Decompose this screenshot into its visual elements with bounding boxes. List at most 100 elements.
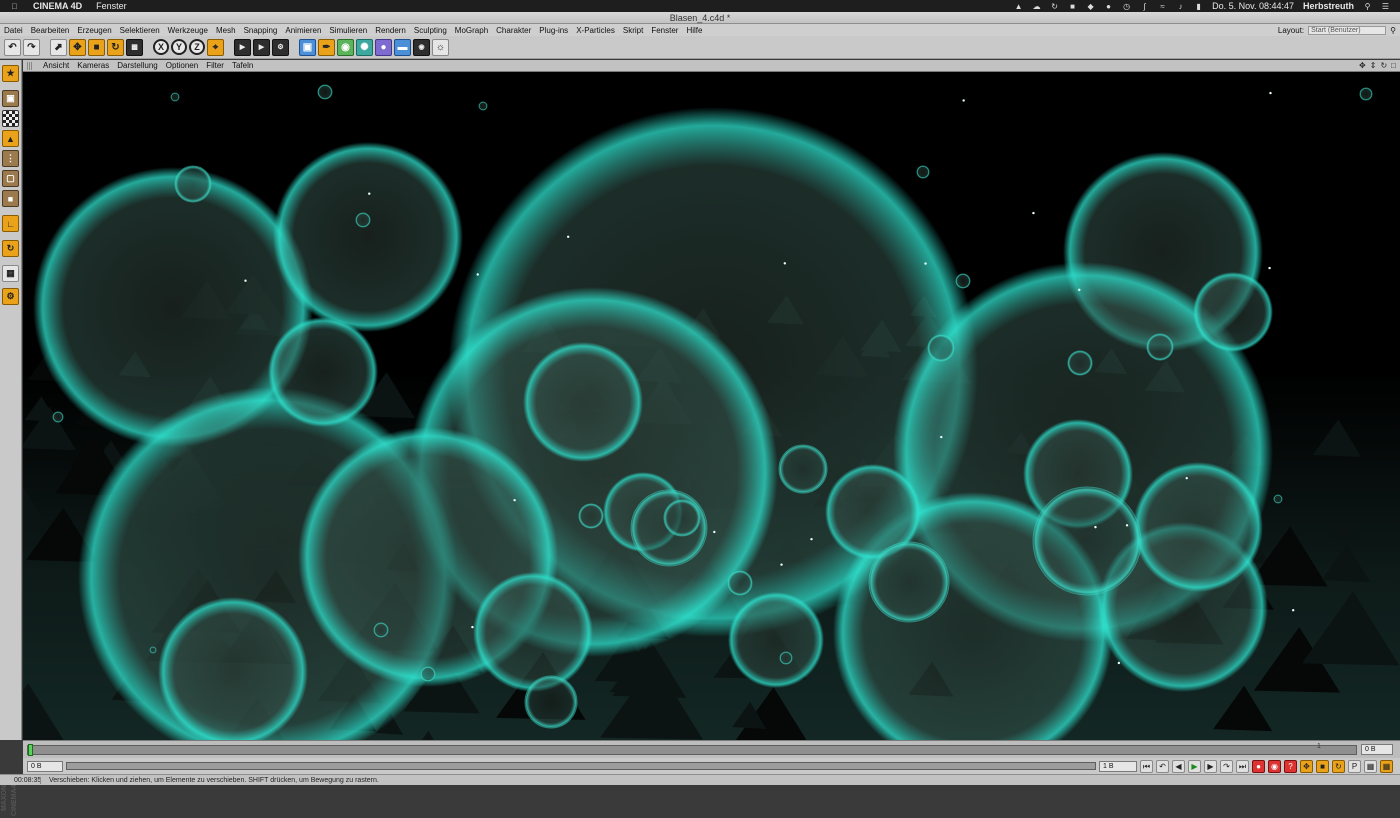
floor-icon[interactable]: ▬	[394, 38, 411, 56]
workplane-icon[interactable]: ▲	[2, 130, 19, 147]
menu-snapping[interactable]: Snapping	[240, 26, 282, 35]
menu-bearbeiten[interactable]: Bearbeiten	[27, 26, 74, 35]
viewport-menu-kameras[interactable]: Kameras	[73, 61, 113, 70]
autokey-icon[interactable]: ◉	[1268, 759, 1281, 773]
redo-icon[interactable]: ↷	[23, 38, 40, 56]
menu-rendern[interactable]: Rendern	[371, 26, 410, 35]
battery-icon[interactable]: ▮	[1194, 2, 1203, 11]
key-rotation-icon[interactable]: ↻	[1332, 759, 1345, 773]
timeline-window-icon[interactable]: ▦	[1380, 759, 1393, 773]
model-mode-icon[interactable]: ▣	[2, 90, 19, 107]
menu-simulieren[interactable]: Simulieren	[325, 26, 371, 35]
viewport-menu-tafeln[interactable]: Tafeln	[228, 61, 257, 70]
key-parameter-icon[interactable]: P	[1348, 759, 1361, 773]
play-icon[interactable]: ▶	[1188, 759, 1201, 773]
current-frame-marker[interactable]	[28, 744, 33, 756]
timeline-end-field[interactable]: 0 B	[1361, 744, 1393, 755]
menu-mograph[interactable]: MoGraph	[451, 26, 492, 35]
zoom-view-icon[interactable]: ⇕	[1370, 61, 1377, 70]
go-to-end-icon[interactable]: ⏭	[1236, 759, 1249, 773]
menu-skript[interactable]: Skript	[619, 26, 647, 35]
z-axis-lock-button[interactable]: Z	[189, 39, 205, 55]
render-to-picture-viewer-icon[interactable]: ▶	[253, 38, 270, 56]
evernote-icon[interactable]: ●	[1104, 2, 1113, 11]
texture-mode-icon[interactable]	[2, 110, 19, 127]
viewport-menu-darstellung[interactable]: Darstellung	[113, 61, 161, 70]
menu-hilfe[interactable]: Hilfe	[682, 26, 706, 35]
notification-center-icon[interactable]: ☰	[1381, 2, 1390, 11]
user-name[interactable]: Herbstreuth	[1303, 1, 1354, 11]
end-frame-field[interactable]: 1 B	[1099, 760, 1137, 772]
previous-frame-icon[interactable]: ◀	[1172, 759, 1185, 773]
lock-workplane-icon[interactable]: ⚙	[2, 288, 19, 305]
key-pla-icon[interactable]: ▦	[1364, 759, 1377, 773]
start-frame-field[interactable]: 0 B	[27, 760, 63, 772]
toggle-views-icon[interactable]: □	[1391, 61, 1396, 70]
panel-grip-icon[interactable]	[27, 61, 33, 70]
render-settings-icon[interactable]: ⚙	[272, 38, 289, 56]
menu-xparticles[interactable]: X-Particles	[572, 26, 619, 35]
coordinate-system-icon[interactable]: ⌖	[207, 38, 224, 56]
make-editable-icon[interactable]: ★	[2, 65, 19, 82]
app-menu[interactable]: CINEMA 4D	[33, 1, 82, 11]
menu-fenster[interactable]: Fenster	[647, 26, 682, 35]
deformer-icon[interactable]: ●	[375, 38, 392, 56]
menu-datei[interactable]: Datei	[0, 26, 27, 35]
recent-tools-icon[interactable]: ▩	[126, 38, 143, 56]
time-machine-icon[interactable]: ◷	[1122, 2, 1131, 11]
next-key-icon[interactable]: ↷	[1220, 759, 1233, 773]
y-axis-lock-button[interactable]: Y	[171, 39, 187, 55]
menu-plugins[interactable]: Plug-ins	[535, 26, 572, 35]
light-icon[interactable]: ☼	[432, 38, 449, 56]
menu-werkzeuge[interactable]: Werkzeuge	[164, 26, 212, 35]
spotlight-icon[interactable]: ⚲	[1363, 2, 1372, 11]
go-to-start-icon[interactable]: ⏮	[1140, 759, 1153, 773]
polygons-mode-icon[interactable]: ■	[2, 190, 19, 207]
app-status-icon[interactable]: ■	[1068, 2, 1077, 11]
record-icon[interactable]: ●	[1252, 759, 1265, 773]
pan-view-icon[interactable]: ✥	[1359, 61, 1366, 70]
menu-sculpting[interactable]: Sculpting	[410, 26, 451, 35]
key-position-icon[interactable]: ✥	[1300, 759, 1313, 773]
subdivision-surface-icon[interactable]: ◉	[337, 38, 354, 56]
timeline-track[interactable]	[27, 745, 1357, 755]
key-scale-icon[interactable]: ■	[1316, 759, 1329, 773]
spline-pen-icon[interactable]: ✒	[318, 38, 335, 56]
wifi-icon[interactable]: ≈	[1158, 2, 1167, 11]
menu-mesh[interactable]: Mesh	[212, 26, 240, 35]
scale-tool-icon[interactable]: ■	[88, 38, 105, 56]
window-menu[interactable]: Fenster	[96, 1, 127, 11]
clock[interactable]: Do. 5. Nov. 08:44:47	[1212, 1, 1294, 11]
menu-charakter[interactable]: Charakter	[492, 26, 535, 35]
menu-animieren[interactable]: Animieren	[281, 26, 325, 35]
points-mode-icon[interactable]: ⋮	[2, 150, 19, 167]
rotate-view-icon[interactable]: ↻	[1380, 61, 1387, 70]
tweak-mode-icon[interactable]: ↻	[2, 240, 19, 257]
cube-object-icon[interactable]: ▣	[299, 38, 316, 56]
apple-icon[interactable]: 	[10, 2, 19, 11]
bluetooth-icon[interactable]: ∫	[1140, 2, 1149, 11]
volume-icon[interactable]: ♪	[1176, 2, 1185, 11]
viewport-menu-optionen[interactable]: Optionen	[162, 61, 202, 70]
edges-mode-icon[interactable]: ▢	[2, 170, 19, 187]
x-axis-lock-button[interactable]: X	[153, 39, 169, 55]
menu-selektieren[interactable]: Selektieren	[116, 26, 164, 35]
3d-viewport[interactable]	[23, 72, 1400, 740]
undo-icon[interactable]: ↶	[4, 38, 21, 56]
next-frame-icon[interactable]: ▶	[1204, 759, 1217, 773]
axis-mode-icon[interactable]: ∟	[2, 215, 19, 232]
layout-select[interactable]: Start (Benutzer)	[1308, 25, 1387, 35]
rotate-tool-icon[interactable]: ↻	[107, 38, 124, 56]
dropbox-icon[interactable]: ▲	[1014, 2, 1023, 11]
viewport-menu-ansicht[interactable]: Ansicht	[39, 61, 73, 70]
cloud-icon[interactable]: ☁	[1032, 2, 1041, 11]
render-view-icon[interactable]: ▶	[234, 38, 251, 56]
array-icon[interactable]: ✺	[356, 38, 373, 56]
preview-range-slider[interactable]	[66, 762, 1096, 770]
previous-key-icon[interactable]: ↶	[1156, 759, 1169, 773]
sync-icon[interactable]: ↻	[1050, 2, 1059, 11]
camera-icon[interactable]: ◉	[413, 38, 430, 56]
menu-erzeugen[interactable]: Erzeugen	[73, 26, 115, 35]
move-tool-icon[interactable]: ✥	[69, 38, 86, 56]
snap-icon[interactable]: ▦	[2, 265, 19, 282]
